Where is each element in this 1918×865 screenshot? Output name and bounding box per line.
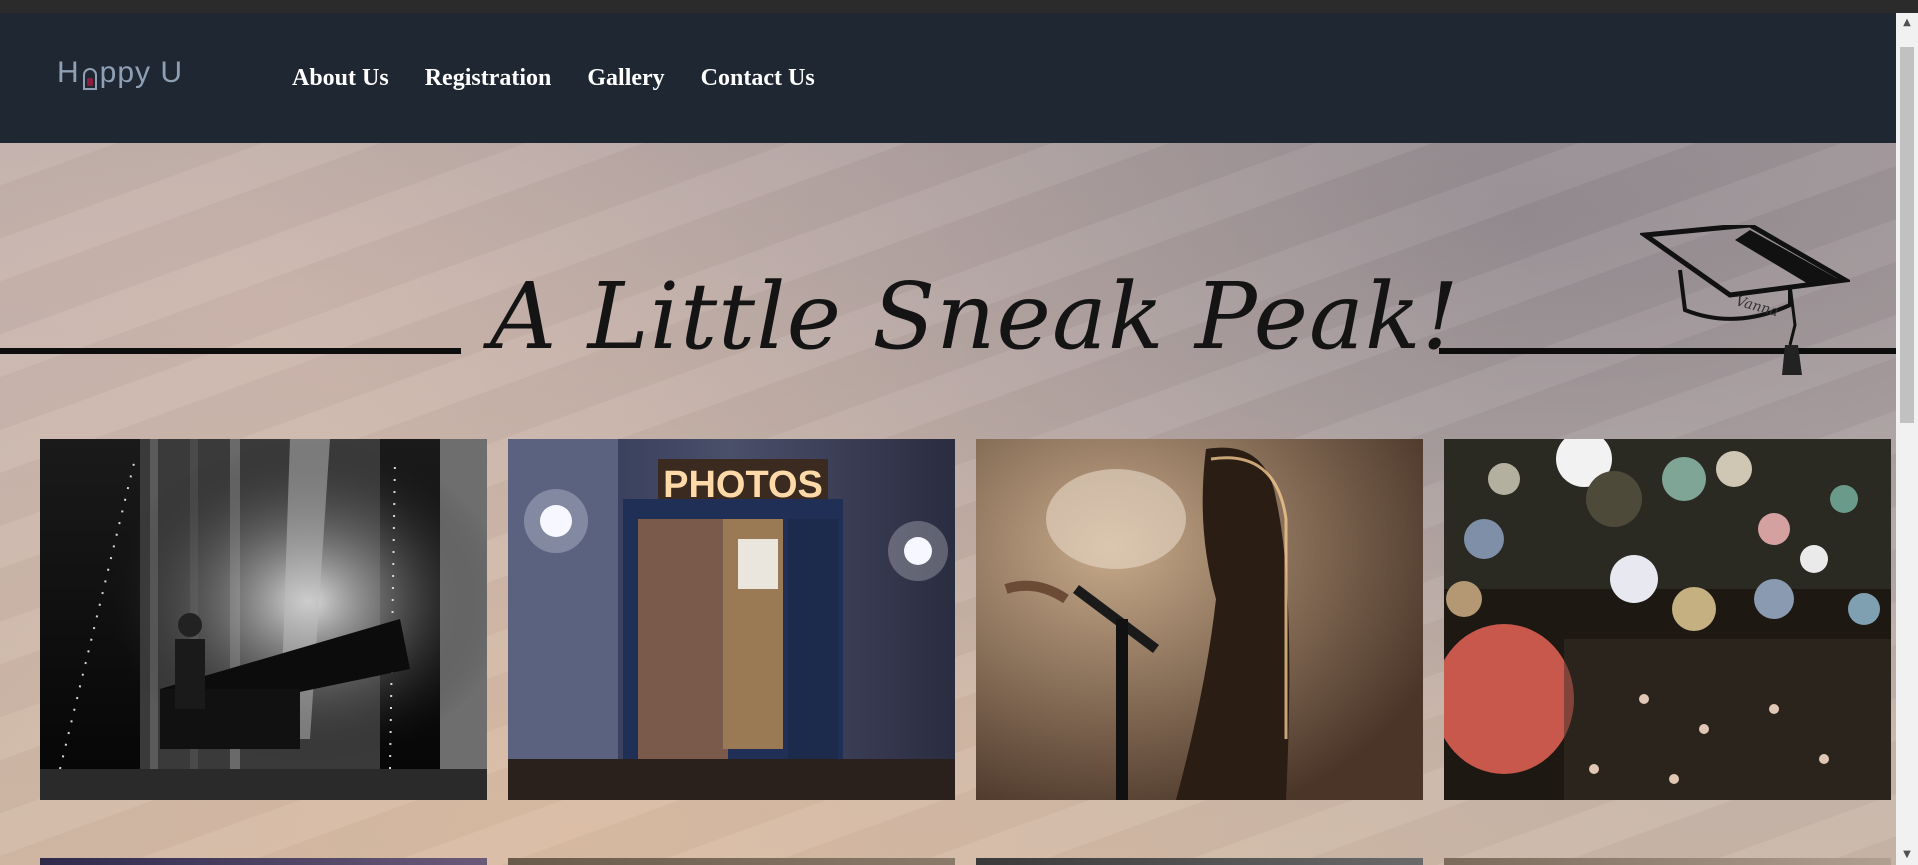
logo-text-end: ppy U xyxy=(99,56,184,89)
nav-contact-us[interactable]: Contact Us xyxy=(701,65,815,92)
main-nav: About Us Registration Gallery Contact Us xyxy=(292,65,815,92)
gallery-photo-row2-2[interactable] xyxy=(508,858,955,865)
scroll-down-arrow-icon[interactable]: ▼ xyxy=(1896,847,1918,863)
site-logo[interactable]: H ppy U xyxy=(57,53,183,93)
gallery-photo-row2-4[interactable] xyxy=(1444,858,1891,865)
ghost-a-icon xyxy=(82,65,98,90)
vertical-scrollbar[interactable]: ▲ ▼ xyxy=(1896,13,1918,865)
scroll-up-arrow-icon[interactable]: ▲ xyxy=(1896,15,1918,31)
browser-top-strip xyxy=(0,0,1918,13)
gallery-photo-photo-booth[interactable]: PHOTOS xyxy=(508,439,955,800)
gallery-photo-singer[interactable] xyxy=(976,439,1423,800)
gallery-photo-row2-1[interactable] xyxy=(40,858,487,865)
nav-gallery[interactable]: Gallery xyxy=(587,65,664,92)
logo-text-start: H xyxy=(57,56,80,89)
title-divider-left xyxy=(0,348,461,354)
graduation-cap-icon: Vanna xyxy=(1638,222,1853,375)
gallery-row-2 xyxy=(40,858,1891,865)
gallery-photo-row2-3[interactable] xyxy=(976,858,1423,865)
gallery-photo-pianist[interactable] xyxy=(40,439,487,800)
gallery-photo-balloons[interactable] xyxy=(1444,439,1891,800)
nav-registration[interactable]: Registration xyxy=(425,65,552,92)
page-title: A Little Sneak Peak! xyxy=(490,263,1460,370)
site-header: H ppy U About Us Registration Gallery Co… xyxy=(0,13,1896,143)
nav-about-us[interactable]: About Us xyxy=(292,65,389,92)
hero-section: A Little Sneak Peak! Vanna PHOTOS xyxy=(0,143,1896,865)
browser-viewport: H ppy U About Us Registration Gallery Co… xyxy=(0,0,1918,865)
gallery-row-1: PHOTOS xyxy=(40,439,1891,800)
scrollbar-thumb[interactable] xyxy=(1900,47,1914,423)
